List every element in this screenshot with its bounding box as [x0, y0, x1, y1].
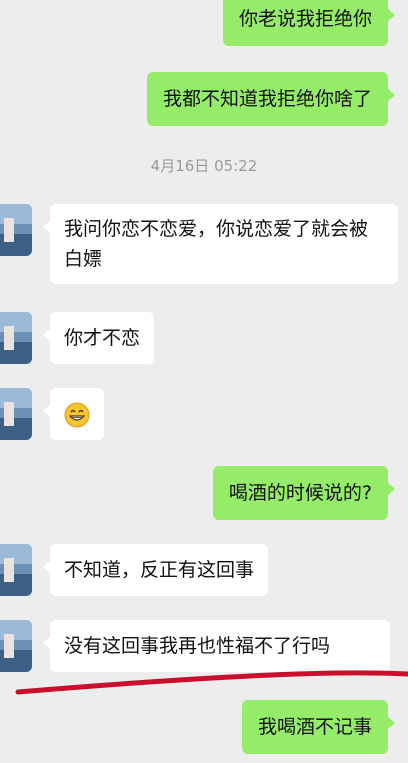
message-text: 我都不知道我拒绝你啥了	[162, 88, 372, 110]
contact-avatar[interactable]	[0, 388, 32, 440]
message-bubble[interactable]: 我问你恋不恋爱，你说恋爱了就会被白嫖	[43, 204, 398, 284]
message-outgoing: 我都不知道我拒绝你啥了	[146, 72, 396, 126]
message-bubble[interactable]: 我喝酒不记事	[241, 700, 396, 754]
avatar-image	[0, 544, 32, 596]
contact-avatar[interactable]	[0, 544, 32, 596]
message-bubble[interactable]: 你才不恋	[42, 312, 155, 364]
message-incoming: 你才不恋	[42, 312, 155, 364]
message-outgoing: 我喝酒不记事	[241, 700, 396, 754]
message-bubble[interactable]: 不知道，反正有这回事	[42, 544, 269, 596]
message-text: 喝酒的时候说的?	[228, 482, 372, 504]
grinning-face-emoji	[64, 402, 90, 427]
message-outgoing: 喝酒的时候说的?	[212, 466, 396, 520]
message-text: 你才不恋	[64, 327, 141, 349]
contact-avatar[interactable]	[0, 312, 32, 364]
avatar-image	[0, 312, 32, 364]
message-bubble[interactable]: 喝酒的时候说的?	[212, 466, 396, 520]
message-bubble[interactable]	[43, 388, 104, 440]
message-incoming	[43, 388, 104, 440]
message-incoming: 我问你恋不恋爱，你说恋爱了就会被白嫖	[43, 204, 398, 284]
message-text: 没有这回事我再也性福不了行吗	[64, 635, 331, 657]
message-bubble[interactable]: 你老说我拒绝你	[222, 0, 396, 46]
message-bubble[interactable]: 我都不知道我拒绝你啥了	[146, 72, 396, 126]
message-text: 我喝酒不记事	[257, 716, 372, 738]
message-text: 你老说我拒绝你	[238, 8, 372, 30]
annotation-underline	[15, 670, 408, 695]
chat-area: 你老说我拒绝你 我都不知道我拒绝你啥了 4月16日 05:22 我问你恋不恋爱，…	[0, 0, 408, 763]
message-text: 我问你恋不恋爱，你说恋爱了就会被白嫖	[64, 218, 369, 270]
message-outgoing: 你老说我拒绝你	[222, 0, 396, 46]
message-text: 不知道，反正有这回事	[64, 559, 255, 581]
contact-avatar[interactable]	[0, 204, 32, 256]
message-incoming: 不知道，反正有这回事	[42, 544, 269, 596]
message-timestamp: 4月16日 05:22	[150, 157, 258, 175]
avatar-image	[0, 204, 32, 256]
avatar-image	[0, 388, 32, 440]
